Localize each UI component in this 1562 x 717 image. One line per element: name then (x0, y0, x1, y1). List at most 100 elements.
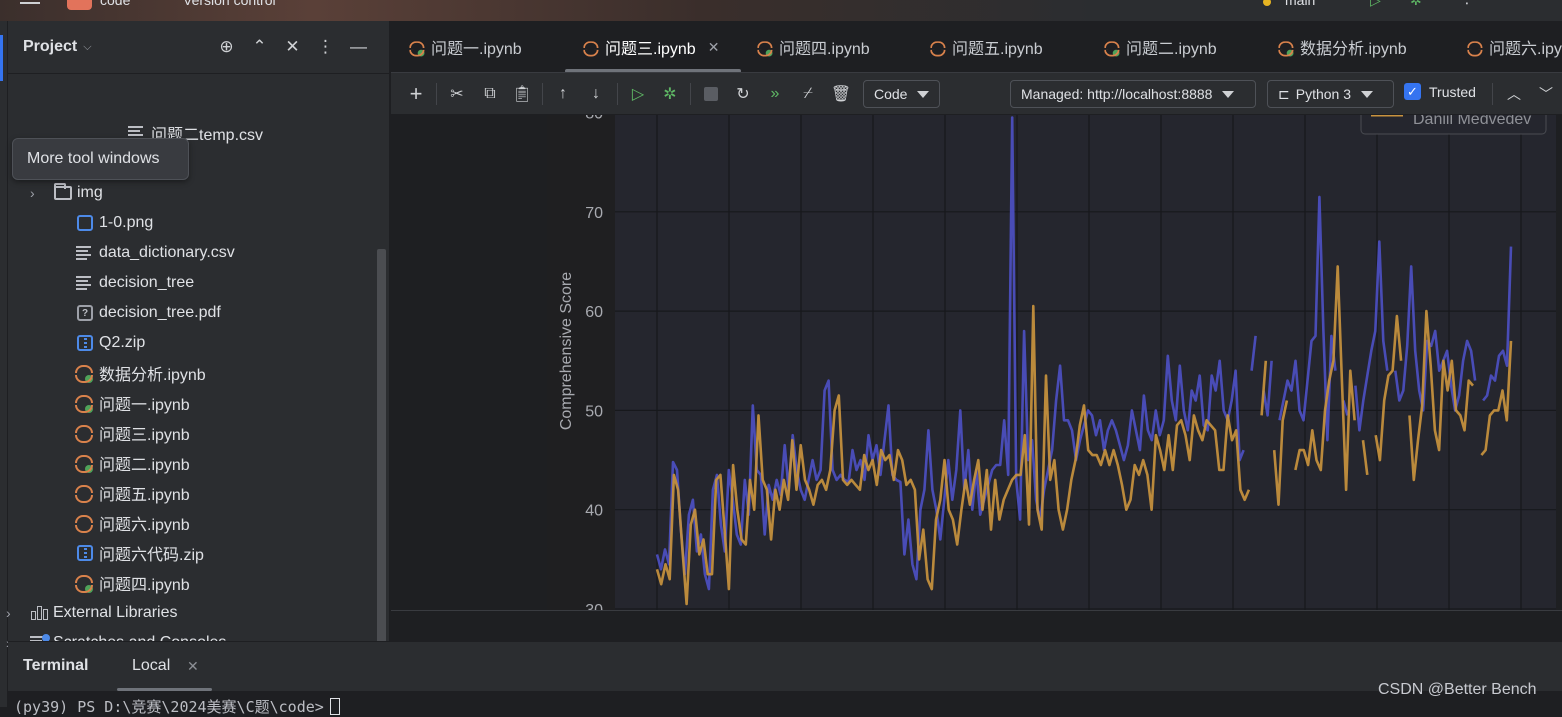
move-down-icon[interactable]: ↓ (585, 81, 607, 107)
collapse-all-icon[interactable]: ✕ (276, 37, 309, 57)
y-tick-label: 80 (585, 115, 603, 123)
tree-item[interactable]: › External Libraries (6, 598, 178, 628)
run-all-icon[interactable]: » (764, 81, 786, 107)
add-cell-icon[interactable]: + (405, 81, 427, 107)
project-scrollbar[interactable] (377, 249, 386, 659)
more-options-icon[interactable]: ⋮ (309, 37, 342, 57)
editor-tab[interactable]: 问题二.ipynb (1102, 21, 1217, 72)
tree-item[interactable]: 数据分析.ipynb (74, 358, 206, 388)
tree-item-label: decision_tree.pdf (99, 304, 221, 321)
branch-icon (1263, 0, 1271, 6)
debug-cell-icon[interactable]: ✲ (658, 81, 682, 107)
terminal-tab-local[interactable]: Local (132, 657, 170, 675)
editor-tab[interactable]: 问题三.ipynb ✕ (581, 21, 720, 72)
copy-icon[interactable]: ⧉ (479, 81, 501, 107)
tree-item-label: 问题三.ipynb (99, 427, 190, 444)
toolbar-separator (617, 83, 618, 105)
terminal-title: Terminal (23, 657, 89, 674)
editor-tab[interactable]: 问题六.ipynb (1465, 21, 1562, 72)
editor-tab[interactable]: 数据分析.ipynb (1276, 21, 1407, 72)
zip-file-icon (74, 544, 96, 562)
jupyter-notebook-running-icon (74, 394, 96, 413)
editor-tab[interactable]: 问题四.ipynb (755, 21, 870, 72)
tree-item[interactable]: Q2.zip (74, 328, 145, 358)
chevron-down-icon[interactable]: ⌵ (83, 41, 91, 54)
tree-item-label: 数据分析.ipynb (99, 367, 206, 384)
tree-item-label: decision_tree (99, 274, 195, 291)
move-up-icon[interactable]: ↑ (552, 81, 574, 107)
cut-icon[interactable]: ✂ (446, 81, 468, 107)
jupyter-notebook-running-icon (74, 364, 96, 383)
tree-item[interactable]: 问题六代码.zip (74, 538, 204, 568)
project-panel-title[interactable]: Project (23, 38, 77, 56)
trusted-checkbox[interactable]: ✓ Trusted (1404, 83, 1476, 100)
notebook-toolbar: + ✂ ⧉ 📋︎ ↑ ↓ ▷ ✲ ↻ » ⌿ 🗑︎ Code Managed: … (391, 73, 1562, 115)
checkbox-checked-icon[interactable]: ✓ (1404, 83, 1421, 100)
clear-outputs-icon[interactable]: ⌿ (797, 81, 819, 107)
caret-down-icon (917, 90, 930, 98)
tab-label: 问题六.ipynb (1489, 41, 1562, 58)
delete-cell-icon[interactable]: 🗑︎ (830, 81, 852, 107)
chevron-right-icon[interactable]: › (30, 185, 52, 201)
cell-type-dropdown[interactable]: Code (863, 80, 940, 108)
jupyter-notebook-icon (581, 39, 601, 57)
server-dropdown[interactable]: Managed: http://localhost:8888 (1010, 80, 1256, 108)
kernel-dropdown[interactable]: ⊏ Python 3 (1267, 80, 1394, 108)
expand-all-icon[interactable]: ⌃ (243, 37, 276, 57)
debug-icon[interactable]: ✲ (1410, 0, 1422, 9)
editor-tab[interactable]: 问题五.ipynb (928, 21, 1043, 72)
locate-icon[interactable]: ⊕ (210, 37, 243, 57)
folder-icon (52, 183, 74, 202)
jupyter-notebook-running-icon (407, 39, 427, 57)
next-cell-icon[interactable]: ﹀ (1535, 81, 1557, 107)
tree-item-label: Q2.zip (99, 334, 146, 351)
tab-label: 问题四.ipynb (779, 41, 870, 58)
run-icon[interactable]: ▷ (1370, 0, 1381, 9)
hide-panel-icon[interactable]: — (342, 37, 375, 57)
unknown-file-icon: ? (74, 304, 96, 322)
tree-item[interactable]: 问题二.ipynb (74, 448, 190, 478)
stop-kernel-icon[interactable] (700, 81, 722, 107)
previous-cell-icon[interactable]: ︿ (1503, 81, 1525, 107)
close-tab-icon[interactable]: ✕ (708, 39, 720, 56)
cell-type-value: Code (874, 86, 908, 102)
terminal-output[interactable]: (py39) PS D:\竞赛\2024美赛\C题\code> (8, 691, 1562, 716)
restart-kernel-icon[interactable]: ↻ (732, 81, 754, 107)
close-tab-icon[interactable]: ✕ (187, 658, 199, 675)
main-menu-icon[interactable] (20, 2, 40, 4)
y-tick-label: 60 (585, 304, 603, 321)
paste-icon[interactable]: 📋︎ (511, 81, 533, 107)
tab-label: 问题一.ipynb (431, 41, 522, 58)
tree-item[interactable]: decision_tree (74, 268, 194, 298)
tooltip: More tool windows (12, 138, 189, 180)
editor-tab[interactable]: 问题一.ipynb (407, 21, 522, 72)
tree-item[interactable]: 1-0.png (74, 208, 153, 238)
tree-item[interactable]: ? decision_tree.pdf (74, 298, 221, 328)
jupyter-notebook-icon (74, 484, 96, 503)
tree-item[interactable]: 问题五.ipynb (74, 478, 190, 508)
toolbar-separator (690, 83, 691, 105)
tree-item[interactable]: › img (30, 178, 103, 208)
tree-item[interactable]: 问题一.ipynb (74, 388, 190, 418)
notebook-editor: 30 40 50 60 70 80 Comprehensive Score Daniil Me… (391, 115, 1562, 610)
y-tick-label: 50 (585, 403, 603, 420)
more-icon[interactable]: ⋮ (1460, 0, 1474, 7)
tab-label: 问题二.ipynb (1126, 41, 1217, 58)
project-badge[interactable] (67, 0, 92, 10)
text-file-icon (74, 244, 96, 262)
tree-item[interactable]: data_dictionary.csv (74, 238, 235, 268)
tree-item-label: 问题四.ipynb (99, 577, 190, 594)
watermark: CSDN @Better Bench (1378, 681, 1537, 698)
jupyter-notebook-running-icon (1276, 39, 1296, 57)
prompt-text: (py39) PS D:\竞赛\2024美赛\C题\code> (14, 698, 324, 716)
version-control-menu[interactable]: Version control (183, 0, 276, 8)
tree-item[interactable]: 问题四.ipynb (74, 568, 190, 598)
branch-selector[interactable]: main (1285, 0, 1315, 8)
tree-item[interactable]: 问题三.ipynb (74, 418, 190, 448)
run-cell-icon[interactable]: ▷ (626, 81, 650, 107)
project-tool-indicator[interactable] (0, 35, 3, 81)
project-panel-header: Project ⌵ ⊕ ⌃ ✕ ⋮ — (8, 21, 389, 74)
tree-item[interactable]: 问题六.ipynb (74, 508, 190, 538)
chevron-right-icon[interactable]: › (6, 605, 28, 621)
project-name[interactable]: code (100, 0, 130, 8)
